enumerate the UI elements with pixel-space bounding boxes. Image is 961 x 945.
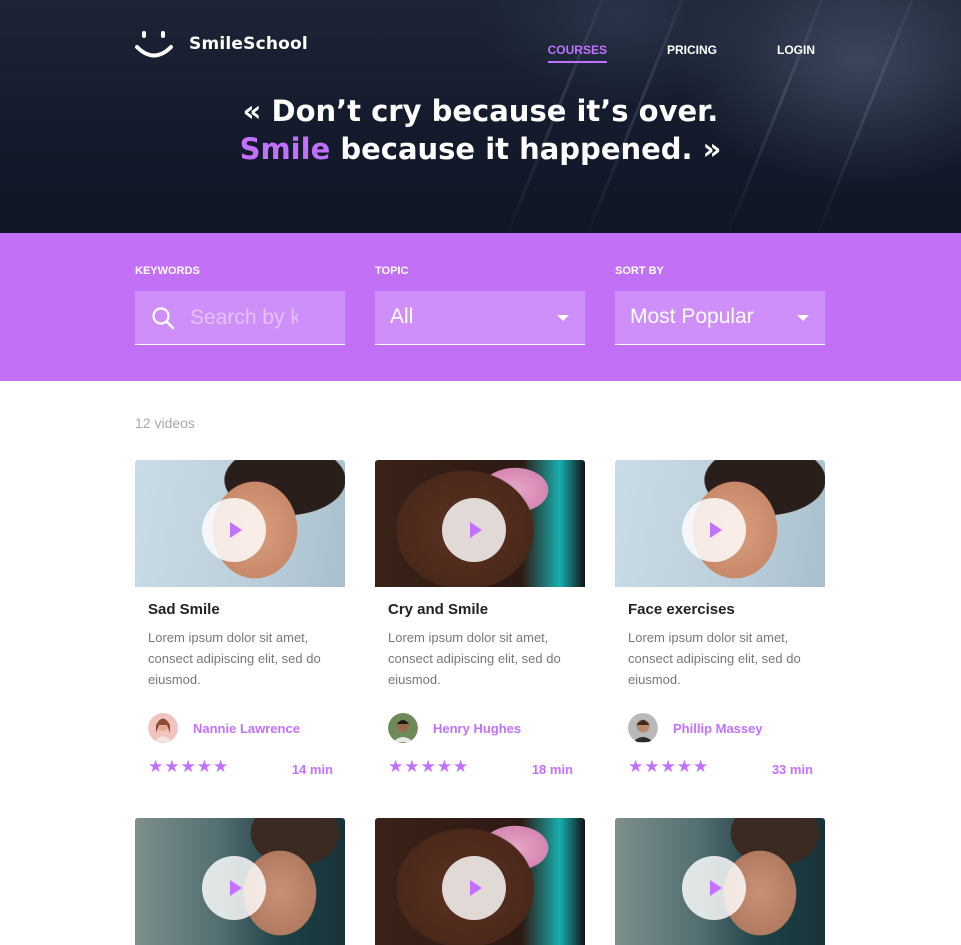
filter-bar: KEYWORDS TOPIC All SORT BY Most Popular bbox=[0, 233, 961, 381]
video-thumbnail[interactable] bbox=[615, 818, 825, 945]
card-author[interactable]: Nannie Lawrence bbox=[148, 713, 300, 743]
star-icon: ★ bbox=[213, 757, 229, 776]
video-count: 12 videos bbox=[135, 415, 195, 431]
quote-line-2: Smile because it happened. » bbox=[0, 130, 961, 168]
card-title: Cry and Smile bbox=[388, 601, 489, 618]
play-button[interactable] bbox=[682, 498, 746, 562]
play-icon bbox=[230, 880, 242, 896]
quote-highlight: Smile bbox=[239, 132, 331, 166]
quote-line-2-rest: because it happened. » bbox=[330, 132, 722, 166]
play-icon bbox=[710, 880, 722, 896]
star-icon: ★ bbox=[404, 757, 420, 776]
sort-value: Most Popular bbox=[630, 305, 754, 328]
card-description: Lorem ipsum dolor sit amet, consect adip… bbox=[148, 630, 321, 687]
play-icon bbox=[230, 522, 242, 538]
video-duration: 14 min bbox=[291, 762, 333, 777]
star-icon: ★ bbox=[436, 757, 452, 776]
star-icon: ★ bbox=[660, 757, 676, 776]
video-card[interactable] bbox=[135, 818, 345, 945]
caret-down-icon bbox=[557, 315, 569, 321]
main-nav: COURSES PRICING LOGIN bbox=[488, 43, 815, 63]
rating-stars: ★★★★★ bbox=[628, 758, 709, 776]
video-thumbnail[interactable] bbox=[615, 460, 825, 587]
star-icon: ★ bbox=[676, 757, 692, 776]
keywords-label: KEYWORDS bbox=[135, 265, 200, 277]
avatar bbox=[628, 713, 658, 743]
avatar bbox=[388, 713, 418, 743]
keywords-filter: KEYWORDS bbox=[135, 265, 345, 345]
star-icon: ★ bbox=[693, 757, 709, 776]
hero-header: SmileSchool COURSES PRICING LOGIN « Don’… bbox=[0, 0, 961, 233]
video-card[interactable]: Sad Smile Lorem ipsum dolor sit amet, co… bbox=[135, 460, 345, 777]
video-card[interactable]: Cry and Smile Lorem ipsum dolor sit amet… bbox=[375, 460, 585, 777]
nav-pricing[interactable]: PRICING bbox=[667, 43, 717, 63]
author-name: Phillip Massey bbox=[673, 720, 763, 736]
play-button[interactable] bbox=[202, 498, 266, 562]
card-description: Lorem ipsum dolor sit amet, consect adip… bbox=[388, 630, 561, 687]
sort-label: SORT BY bbox=[615, 265, 664, 277]
rating-stars: ★★★★★ bbox=[148, 758, 229, 776]
play-icon bbox=[470, 880, 482, 896]
topic-label: TOPIC bbox=[375, 265, 409, 277]
play-button[interactable] bbox=[442, 856, 506, 920]
play-button[interactable] bbox=[202, 856, 266, 920]
play-button[interactable] bbox=[442, 498, 506, 562]
quote-line-1: « Don’t cry because it’s over. bbox=[242, 94, 719, 128]
star-icon: ★ bbox=[644, 757, 660, 776]
video-card[interactable] bbox=[615, 818, 825, 945]
brand-logo[interactable]: SmileSchool bbox=[135, 28, 308, 60]
hero-quote: « Don’t cry because it’s over. Smile bec… bbox=[0, 92, 961, 168]
card-description: Lorem ipsum dolor sit amet, consect adip… bbox=[628, 630, 801, 687]
star-icon: ★ bbox=[164, 757, 180, 776]
star-icon: ★ bbox=[453, 757, 469, 776]
search-icon bbox=[151, 306, 175, 335]
card-author[interactable]: Henry Hughes bbox=[388, 713, 521, 743]
nav-login[interactable]: LOGIN bbox=[777, 43, 815, 63]
video-card[interactable] bbox=[375, 818, 585, 945]
topic-value: All bbox=[390, 305, 414, 328]
card-title: Sad Smile bbox=[148, 601, 220, 618]
topic-filter: TOPIC All bbox=[375, 265, 585, 345]
star-icon: ★ bbox=[180, 757, 196, 776]
video-thumbnail[interactable] bbox=[135, 818, 345, 945]
play-icon bbox=[470, 522, 482, 538]
video-card[interactable]: Face exercises Lorem ipsum dolor sit ame… bbox=[615, 460, 825, 777]
star-icon: ★ bbox=[148, 757, 164, 776]
card-title: Face exercises bbox=[628, 601, 735, 618]
sort-filter: SORT BY Most Popular bbox=[615, 265, 825, 345]
search-input[interactable] bbox=[190, 291, 298, 345]
avatar bbox=[148, 713, 178, 743]
nav-courses[interactable]: COURSES bbox=[547, 43, 607, 63]
video-thumbnail[interactable] bbox=[375, 818, 585, 945]
brand-name: SmileSchool bbox=[189, 34, 308, 54]
play-button[interactable] bbox=[682, 856, 746, 920]
star-icon: ★ bbox=[628, 757, 644, 776]
star-icon: ★ bbox=[388, 757, 404, 776]
card-author[interactable]: Phillip Massey bbox=[628, 713, 763, 743]
star-icon: ★ bbox=[420, 757, 436, 776]
sort-select[interactable]: Most Popular bbox=[615, 291, 825, 345]
video-thumbnail[interactable] bbox=[375, 460, 585, 587]
author-name: Henry Hughes bbox=[433, 720, 522, 736]
smiley-logo-icon bbox=[135, 28, 173, 60]
rating-stars: ★★★★★ bbox=[388, 758, 469, 776]
play-icon bbox=[710, 522, 722, 538]
star-icon: ★ bbox=[196, 757, 212, 776]
keywords-box bbox=[135, 291, 345, 345]
video-thumbnail[interactable] bbox=[135, 460, 345, 587]
author-name: Nannie Lawrence bbox=[193, 720, 300, 736]
topic-select[interactable]: All bbox=[375, 291, 585, 345]
video-duration: 18 min bbox=[531, 762, 573, 777]
caret-down-icon bbox=[797, 315, 809, 321]
video-duration: 33 min bbox=[771, 762, 813, 777]
